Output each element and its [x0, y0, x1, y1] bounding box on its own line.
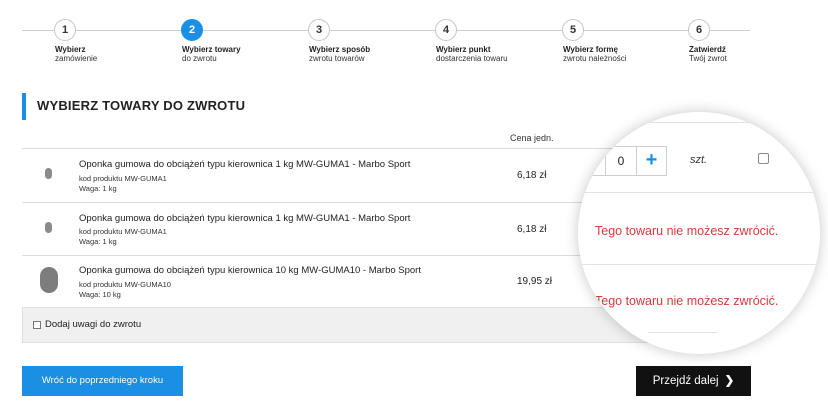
- cannot-return-message: Tego towaru nie możesz zwrócić.: [595, 224, 779, 238]
- cannot-return-message: Tego towaru nie możesz zwrócić.: [595, 294, 779, 308]
- quantity-decrease-button[interactable]: [587, 146, 605, 176]
- step-title: Wybierz formę: [563, 45, 618, 54]
- divider: [578, 264, 820, 265]
- magnifier-callout: 0 + szt. Tego towaru nie możesz zwrócić.…: [578, 112, 820, 354]
- product-code: kod produktu MW-GUMA10: [79, 280, 171, 289]
- product-price: 19,95 zł: [517, 276, 553, 287]
- step-subtitle: do zwrotu: [182, 54, 217, 63]
- product-name[interactable]: Oponka gumowa do obciążeń typu kierownic…: [79, 265, 421, 276]
- step-subtitle: Twój zwrot: [689, 54, 727, 63]
- step-title: Wybierz sposób: [309, 45, 371, 54]
- step-subtitle: zamówienie: [55, 54, 98, 63]
- divider: [578, 192, 820, 193]
- step-number: 5: [562, 19, 584, 41]
- step-title: Wybierz: [55, 45, 86, 54]
- step-number: 6: [688, 19, 710, 41]
- step-subtitle: zwrotu towarów: [309, 54, 365, 63]
- progress-line: [22, 30, 750, 31]
- product-weight: Waga: 1 kg: [79, 237, 117, 246]
- product-image: [40, 267, 58, 293]
- back-button[interactable]: Wróć do poprzedniego kroku: [22, 366, 183, 396]
- step-title: Zatwierdź: [689, 45, 726, 54]
- next-button[interactable]: Przejdź dalej ❯: [636, 366, 751, 396]
- product-image: [45, 168, 52, 179]
- product-name[interactable]: Oponka gumowa do obciążeń typu kierownic…: [79, 159, 410, 170]
- return-item-checkbox[interactable]: [758, 153, 769, 164]
- divider: [648, 332, 718, 333]
- product-image: [45, 222, 52, 233]
- step-number: 3: [308, 19, 330, 41]
- product-name[interactable]: Oponka gumowa do obciążeń typu kierownic…: [79, 213, 410, 224]
- section-accent-bar: [22, 93, 26, 120]
- quantity-input[interactable]: 0: [605, 146, 637, 176]
- notes-checkbox[interactable]: [33, 321, 41, 329]
- step-number: 1: [54, 19, 76, 41]
- product-price: 6,18 zł: [517, 170, 547, 181]
- next-button-label: Przejdź dalej: [652, 375, 719, 387]
- product-code: kod produktu MW-GUMA1: [79, 227, 167, 236]
- quantity-unit: szt.: [690, 154, 708, 166]
- step-number: 2: [181, 19, 203, 41]
- chevron-right-icon: ❯: [724, 375, 735, 387]
- notes-label[interactable]: Dodaj uwagi do zwrotu: [45, 319, 141, 330]
- back-button-label: Wróć do poprzedniego kroku: [41, 375, 164, 386]
- column-header-price: Cena jedn.: [510, 133, 554, 143]
- quantity-increase-button[interactable]: +: [637, 146, 667, 176]
- product-weight: Waga: 10 kg: [79, 290, 121, 299]
- step-title: Wybierz towary: [182, 45, 241, 54]
- step-number: 4: [435, 19, 457, 41]
- product-weight: Waga: 1 kg: [79, 184, 117, 193]
- step-title: Wybierz punkt: [436, 45, 491, 54]
- product-price: 6,18 zł: [517, 224, 547, 235]
- product-code: kod produktu MW-GUMA1: [79, 174, 167, 183]
- divider: [578, 122, 820, 123]
- step-subtitle: zwrotu należności: [563, 54, 627, 63]
- step-subtitle: dostarczenia towaru: [436, 54, 508, 63]
- page-title: WYBIERZ TOWARY DO ZWROTU: [37, 98, 246, 113]
